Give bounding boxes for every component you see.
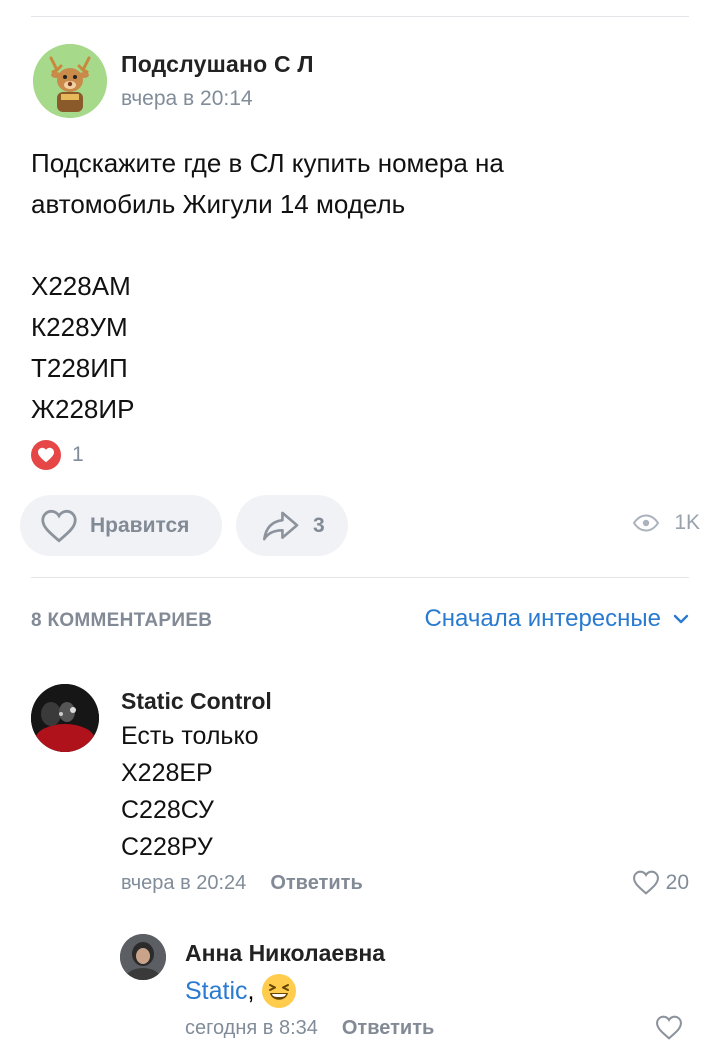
community-avatar[interactable] — [33, 44, 107, 118]
comment-author[interactable]: Static Control — [121, 688, 272, 715]
post-time: вчера в 20:14 — [121, 87, 253, 110]
top-divider — [31, 16, 689, 17]
share-arrow-icon — [262, 511, 299, 540]
reply-button[interactable]: Ответить — [342, 1017, 434, 1040]
like-button[interactable]: Нравится — [20, 495, 222, 556]
comment-text: Есть только Х228ЕР С228СУ С228РУ — [121, 718, 259, 866]
post-text-line: Подскажите где в СЛ купить номера на — [31, 148, 504, 178]
post-text-line — [31, 225, 691, 266]
comment-like-button[interactable]: 20 — [632, 870, 689, 895]
section-divider — [31, 577, 689, 578]
comment-text-line: Х228ЕР — [121, 759, 213, 787]
comment-text: Static , — [185, 974, 297, 1008]
heart-reaction-icon — [31, 440, 61, 470]
comment-meta: вчера в 20:24 Ответить — [121, 872, 363, 895]
comment-text-punctuation: , — [247, 976, 255, 1005]
sort-label: Сначала интересные — [424, 605, 661, 632]
comments-count: 8 КОММЕНТАРИЕВ — [31, 610, 213, 631]
heart-outline-icon — [632, 870, 659, 895]
heart-outline-icon — [656, 1015, 682, 1040]
post-author[interactable]: Подслушано С Л — [121, 51, 314, 78]
sort-dropdown[interactable]: Сначала интересные — [424, 605, 689, 633]
avatar[interactable] — [31, 684, 99, 752]
grinning-squinting-face-icon — [262, 974, 297, 1008]
avatar[interactable] — [120, 934, 166, 980]
user-photo-icon — [31, 684, 99, 752]
comment-time: вчера в 20:24 — [121, 872, 247, 894]
chevron-down-icon — [673, 614, 689, 624]
comment-text-line: С228РУ — [121, 833, 213, 861]
comment-time: сегодня в 8:34 — [185, 1017, 318, 1039]
post-text-line: К228УМ — [31, 312, 128, 342]
reaction-count: 1 — [72, 443, 84, 466]
user-photo-icon — [120, 934, 166, 980]
views-count: 1K — [674, 511, 700, 534]
share-count: 3 — [313, 513, 325, 537]
comment-meta: сегодня в 8:34 Ответить — [185, 1017, 434, 1040]
like-label: Нравится — [90, 513, 190, 537]
comment-text-line: Есть только — [121, 722, 259, 750]
mention-link[interactable]: Static — [185, 977, 248, 1006]
heart-outline-icon — [41, 509, 77, 543]
comment-text-line: С228СУ — [121, 796, 214, 824]
reply-button[interactable]: Ответить — [270, 872, 362, 895]
post-text-line: Т228ИП — [31, 353, 128, 383]
share-button[interactable]: 3 — [236, 495, 348, 556]
post-text-line: автомобиль Жигули 14 модель — [31, 189, 406, 219]
post-text-line: Ж228ИР — [31, 394, 135, 424]
comment-like-count: 20 — [665, 870, 689, 894]
eye-icon — [633, 514, 660, 532]
comment-like-button[interactable] — [655, 1015, 689, 1040]
post-text: Подскажите где в СЛ купить номера на авт… — [31, 143, 691, 430]
post-text-line: Х228АМ — [31, 271, 131, 301]
comment-author[interactable]: Анна Николаевна — [185, 940, 385, 967]
reindeer-icon — [33, 44, 107, 118]
views-counter: 1K — [632, 511, 700, 535]
reaction-summary[interactable]: 1 — [31, 440, 84, 470]
